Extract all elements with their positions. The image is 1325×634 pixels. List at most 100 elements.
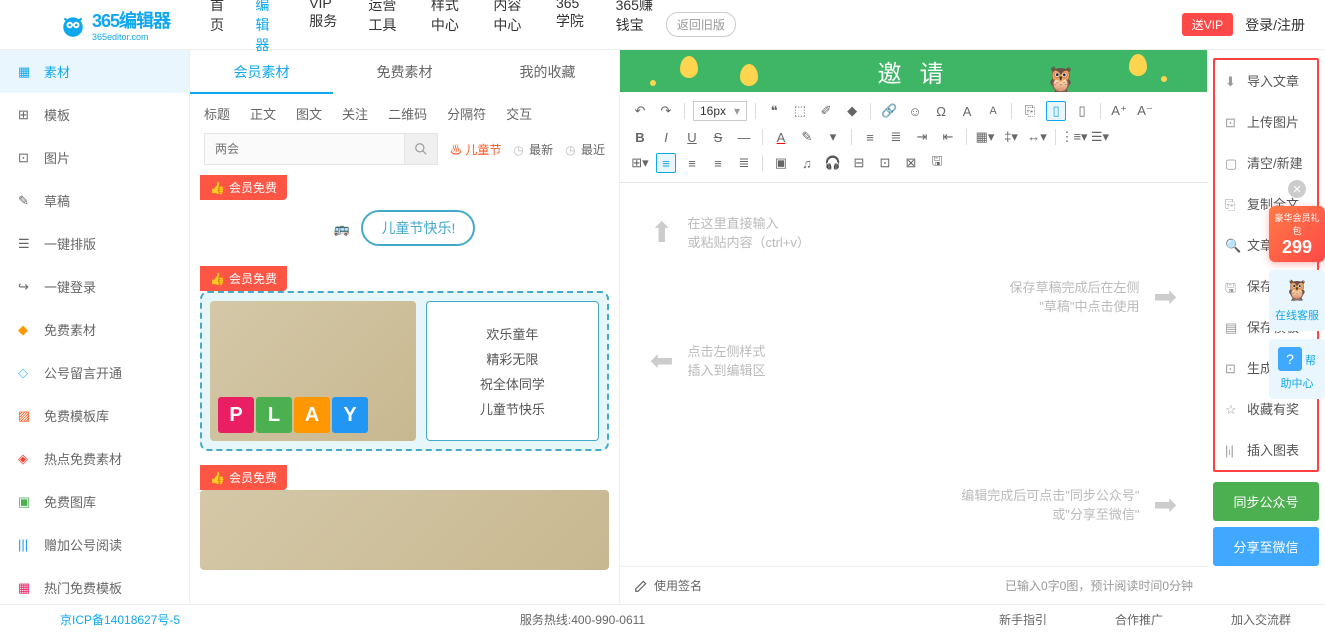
template-card-2[interactable]: P L A Y 欢乐童年精彩无限 祝全体同学儿童节快乐 — [200, 291, 609, 451]
filter-最近[interactable]: ◷ 最近 — [565, 141, 605, 158]
template-card-1[interactable]: 🚌 儿童节快乐! — [200, 200, 609, 266]
format-icon[interactable]: ⬚ — [790, 101, 810, 121]
old-version-button[interactable]: 返回旧版 — [666, 12, 736, 37]
footer-link-加入交流群[interactable]: 加入交流群 — [1217, 607, 1305, 632]
table-icon[interactable]: ▦▾ — [975, 127, 995, 147]
nav-样式中心[interactable]: 样式中心 — [431, 0, 466, 55]
underline-icon[interactable]: U — [682, 127, 702, 147]
italic-icon[interactable]: I — [656, 127, 676, 147]
action-导入文章[interactable]: ⬇导入文章 — [1215, 60, 1317, 101]
nav-编辑器[interactable]: 编辑器 — [255, 0, 281, 55]
close-icon[interactable]: ✕ — [1288, 180, 1306, 198]
justify-full-icon[interactable]: ≣ — [734, 153, 754, 173]
nav-VIP服务[interactable]: VIP服务HOT — [309, 0, 340, 55]
copy-icon[interactable]: ⎘ — [1020, 101, 1040, 121]
sidebar-item-5[interactable]: ↪一键登录 — [0, 265, 189, 308]
more-icon[interactable]: ⊞▾ — [630, 153, 650, 173]
filter-儿童节[interactable]: ♨ 儿童节 — [450, 141, 501, 158]
login-link[interactable]: 登录/注册 — [1245, 15, 1305, 35]
subtab-分隔符[interactable]: 分隔符 — [447, 104, 486, 123]
sidebar-item-7[interactable]: ◇公号留言开通 — [0, 351, 189, 394]
sidebar-item-10[interactable]: ▣免费图库 — [0, 480, 189, 523]
sidebar-item-2[interactable]: ⊡图片 — [0, 136, 189, 179]
sidebar-item-11[interactable]: |||赠加公号阅读 — [0, 523, 189, 566]
fill-icon[interactable]: ▾ — [823, 127, 843, 147]
video-icon[interactable]: ♫ — [797, 153, 817, 173]
filter-最新[interactable]: ◷ 最新 — [513, 141, 553, 158]
text-a-icon[interactable]: A — [957, 101, 977, 121]
tab-我的收藏[interactable]: 我的收藏 — [476, 50, 619, 94]
image-icon[interactable]: ▣ — [771, 153, 791, 173]
nav-内容中心[interactable]: 内容中心 — [493, 0, 528, 55]
outdent-icon[interactable]: ⇤ — [938, 127, 958, 147]
sidebar-item-8[interactable]: ▨免费模板库 — [0, 394, 189, 437]
justify-right-icon[interactable]: ≡ — [708, 153, 728, 173]
search-button[interactable] — [404, 133, 438, 165]
code-icon[interactable]: Ω — [931, 101, 951, 121]
strike-icon[interactable]: S — [708, 127, 728, 147]
promo-badge[interactable]: 豪华会员礼包299 — [1269, 206, 1325, 262]
attach-icon[interactable]: ⊟ — [849, 153, 869, 173]
card-icon[interactable]: ⊡ — [875, 153, 895, 173]
justify-left-icon[interactable]: ≡ — [656, 153, 676, 173]
audio-icon[interactable]: 🎧 — [823, 153, 843, 173]
sidebar-item-1[interactable]: ⊞模板 — [0, 93, 189, 136]
font-inc-icon[interactable]: A⁺ — [1109, 101, 1129, 121]
subtab-标题[interactable]: 标题 — [204, 104, 230, 123]
icp-link[interactable]: 京ICP备14018627号-5 — [60, 611, 180, 628]
fontsize-select[interactable]: 16px▾ — [693, 101, 747, 121]
cut-icon[interactable]: ▯ — [1072, 101, 1092, 121]
spacing-icon[interactable]: ↔▾ — [1027, 127, 1047, 147]
action-上传图片[interactable]: ⊡上传图片 — [1215, 101, 1317, 142]
star-icon[interactable]: ⊠ — [901, 153, 921, 173]
nav-365学院[interactable]: 365学院 — [556, 0, 588, 55]
save-icon[interactable]: 🖫 — [927, 153, 947, 173]
subtab-正文[interactable]: 正文 — [250, 104, 276, 123]
align-left-icon[interactable]: ≡ — [860, 127, 880, 147]
sidebar-item-9[interactable]: ◈热点免费素材 — [0, 437, 189, 480]
align-center-icon[interactable]: ≣ — [886, 127, 906, 147]
redo-icon[interactable]: ↷ — [656, 101, 676, 121]
signature-toggle[interactable]: 使用签名 — [634, 577, 702, 594]
sidebar-item-6[interactable]: ◆免费素材 — [0, 308, 189, 351]
link-icon[interactable]: 🔗 — [879, 101, 899, 121]
sidebar-item-12[interactable]: ▦热门免费模板 — [0, 566, 189, 604]
footer-link-新手指引[interactable]: 新手指引 — [985, 607, 1061, 632]
sync-wechat-button[interactable]: 同步公众号 — [1213, 482, 1319, 521]
ul-icon[interactable]: ☰▾ — [1090, 127, 1110, 147]
undo-icon[interactable]: ↶ — [630, 101, 650, 121]
nav-首页[interactable]: 首页 — [210, 0, 227, 55]
nav-运营工具[interactable]: 运营工具 — [368, 0, 403, 55]
hr-icon[interactable]: — — [734, 127, 754, 147]
logo[interactable]: 365编辑器365editor.com — [60, 7, 170, 42]
footer-link-合作推广[interactable]: 合作推广 — [1101, 607, 1177, 632]
subtab-关注[interactable]: 关注 — [342, 104, 368, 123]
line-height-icon[interactable]: ‡▾ — [1001, 127, 1021, 147]
emoji-icon[interactable]: ☺ — [905, 101, 925, 121]
action-清空/新建[interactable]: ▢清空/新建 — [1215, 142, 1317, 183]
search-input[interactable] — [204, 133, 404, 165]
paste-icon[interactable]: ▯ — [1046, 101, 1066, 121]
sidebar-item-0[interactable]: ▦素材 — [0, 50, 189, 93]
bold-icon[interactable]: B — [630, 127, 650, 147]
bgcolor-icon[interactable]: ✎ — [797, 127, 817, 147]
font-dec-icon[interactable]: A⁻ — [1135, 101, 1155, 121]
help-center-button[interactable]: ? 帮助中心 — [1269, 339, 1325, 399]
tab-免费素材[interactable]: 免费素材 — [333, 50, 476, 94]
tab-会员素材[interactable]: 会员素材 — [190, 50, 333, 94]
share-wechat-button[interactable]: 分享至微信 — [1213, 527, 1319, 566]
template-card-3[interactable] — [200, 490, 609, 570]
justify-center-icon[interactable]: ≡ — [682, 153, 702, 173]
editor-canvas[interactable]: ⬆ 在这里直接输入或粘贴内容（ctrl+v） 保存草稿完成后在左侧"草稿"中点击… — [620, 183, 1207, 566]
brush-icon[interactable]: ✐ — [816, 101, 836, 121]
fontcolor-icon[interactable]: A — [771, 127, 791, 147]
subtab-图文[interactable]: 图文 — [296, 104, 322, 123]
subtab-二维码[interactable]: 二维码 — [388, 104, 427, 123]
online-service-button[interactable]: 🦉 在线客服 — [1269, 270, 1325, 331]
erase-icon[interactable]: ◆ — [842, 101, 862, 121]
sidebar-item-3[interactable]: ✎草稿 — [0, 179, 189, 222]
text-small-icon[interactable]: A — [983, 101, 1003, 121]
sidebar-item-4[interactable]: ☰一键排版 — [0, 222, 189, 265]
vip-button[interactable]: 送VIP — [1182, 13, 1233, 36]
subtab-交互[interactable]: 交互 — [506, 104, 532, 123]
